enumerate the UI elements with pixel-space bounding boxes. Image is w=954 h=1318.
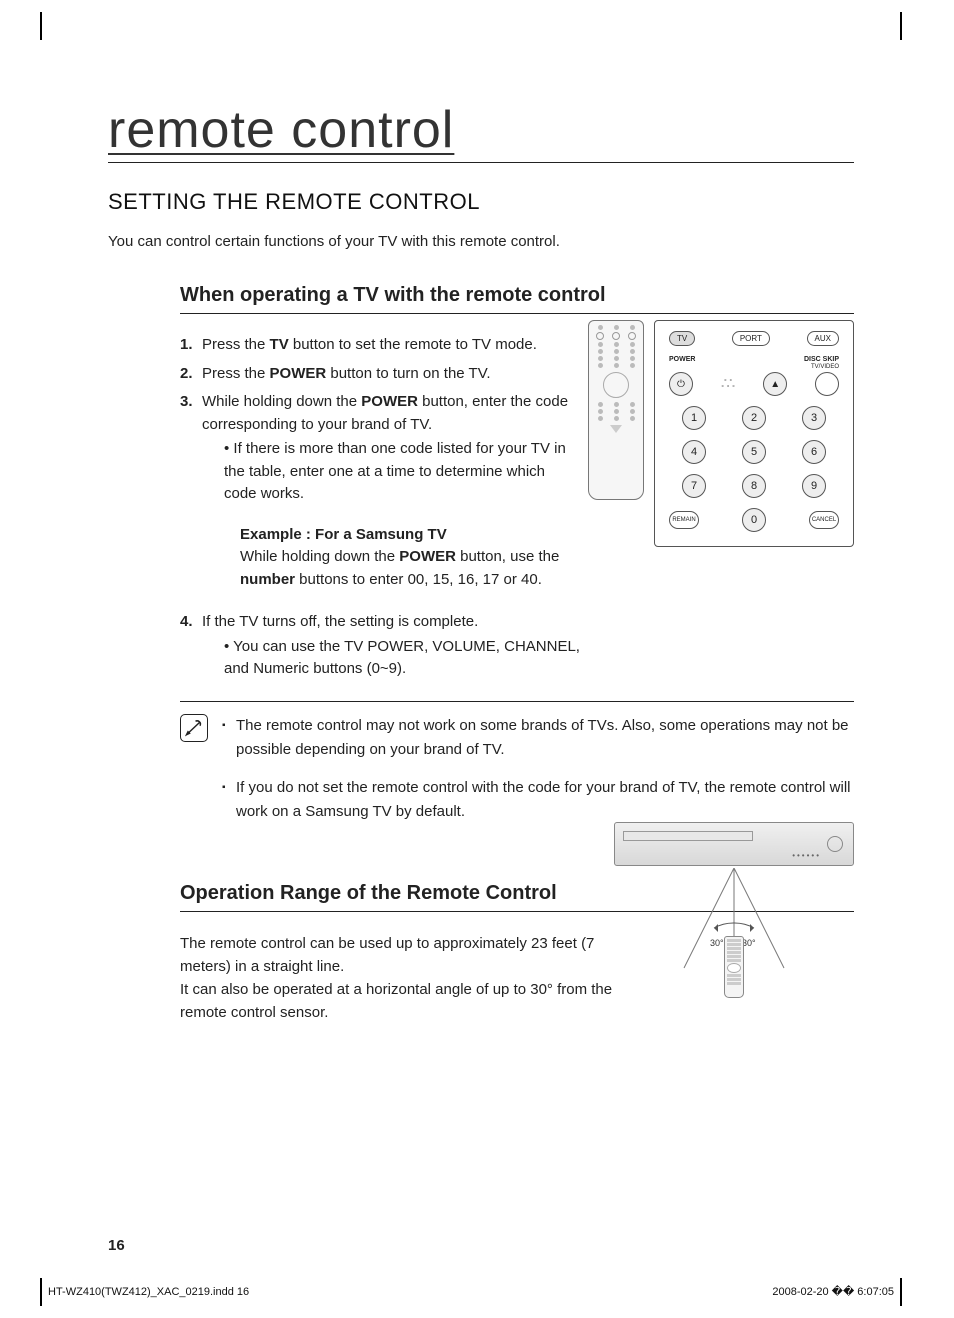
subsection-heading: When operating a TV with the remote cont… (180, 284, 854, 314)
remain-button[interactable]: REMAIN (669, 511, 699, 529)
mode-port-button[interactable]: PORT (732, 331, 770, 346)
step-text: If the TV turns off, the setting is comp… (202, 613, 478, 630)
cancel-button[interactable]: CANCEL (809, 511, 839, 529)
num-9-button[interactable]: 9 (802, 474, 826, 498)
num-5-button[interactable]: 5 (742, 440, 766, 464)
op-range-text-2: It can also be operated at a horizontal … (180, 978, 640, 1025)
section-heading: SETTING THE REMOTE CONTROL (108, 189, 854, 215)
step-text: Press the POWER button to turn on the TV… (202, 365, 491, 382)
eject-button[interactable]: ▲ (763, 372, 787, 396)
tiny-remote-icon (724, 936, 744, 998)
eject-label: DISC SKIPTV/VIDEO (804, 356, 839, 370)
intro-text: You can control certain functions of you… (108, 233, 854, 250)
remote-figure: TV PORT AUX POWER DISC SKIPTV/VIDEO ⏻ ∘ … (588, 320, 854, 547)
unit-icon: •••••• (614, 822, 854, 866)
num-2-button[interactable]: 2 (742, 406, 766, 430)
num-0-button[interactable]: 0 (742, 508, 766, 532)
remote-small-icon (588, 320, 644, 500)
page-title: remote control (108, 100, 854, 163)
step-number: 4. (180, 611, 193, 634)
divider (180, 701, 854, 702)
crop-mark (40, 1278, 42, 1306)
num-3-button[interactable]: 3 (802, 406, 826, 430)
footer-filename: HT-WZ410(TWZ412)_XAC_0219.indd 16 (48, 1286, 249, 1298)
op-range-text-1: The remote control can be used up to app… (180, 932, 640, 979)
step-3: 3. While holding down the POWER button, … (180, 391, 580, 591)
range-figure: •••••• 30° 30° (614, 822, 854, 992)
step-1: 1. Press the TV button to set the remote… (180, 334, 580, 357)
crop-mark (900, 12, 902, 40)
power-button[interactable]: ⏻ (669, 372, 693, 396)
step-3-sub: If there is more than one code listed fo… (202, 438, 580, 506)
example-title: Example : For a Samsung TV (240, 524, 580, 547)
number-pad: 1 2 3 4 5 6 7 8 9 (669, 406, 839, 498)
svg-text:30°: 30° (710, 938, 724, 948)
remote-large-diagram: TV PORT AUX POWER DISC SKIPTV/VIDEO ⏻ ∘ … (654, 320, 854, 547)
step-number: 3. (180, 391, 193, 414)
beam-diagram: 30° 30° (614, 868, 854, 992)
page-number: 16 (108, 1237, 125, 1254)
mode-tv-button[interactable]: TV (669, 331, 695, 346)
crop-mark (40, 12, 42, 40)
step-number: 1. (180, 334, 193, 357)
example-block: Example : For a Samsung TV While holding… (240, 524, 580, 592)
step-4-sub: You can use the TV POWER, VOLUME, CHANNE… (202, 636, 580, 681)
svg-text:30°: 30° (742, 938, 756, 948)
num-1-button[interactable]: 1 (682, 406, 706, 430)
num-4-button[interactable]: 4 (682, 440, 706, 464)
step-text: While holding down the POWER button, ent… (202, 393, 568, 433)
mode-aux-button[interactable]: AUX (807, 331, 839, 346)
page: remote control SETTING THE REMOTE CONTRO… (0, 0, 954, 1318)
footer-timestamp: 2008-02-20 �� 6:07:05 (772, 1285, 894, 1298)
blank-button[interactable] (815, 372, 839, 396)
crop-mark (900, 1278, 902, 1306)
notes-block: The remote control may not work on some … (180, 714, 854, 838)
steps-list: 1. Press the TV button to set the remote… (180, 334, 580, 681)
num-8-button[interactable]: 8 (742, 474, 766, 498)
step-text: Press the TV button to set the remote to… (202, 336, 537, 353)
step-2: 2. Press the POWER button to turn on the… (180, 363, 580, 386)
num-7-button[interactable]: 7 (682, 474, 706, 498)
note-2: If you do not set the remote control wit… (222, 776, 854, 824)
step-4: 4. If the TV turns off, the setting is c… (180, 611, 580, 681)
power-label: POWER (669, 356, 695, 370)
ir-emitter-icon: ∘ ∘∘ ∘ ∘ (721, 378, 736, 390)
example-body: While holding down the POWER button, use… (240, 546, 580, 591)
note-1: The remote control may not work on some … (222, 714, 854, 762)
num-6-button[interactable]: 6 (802, 440, 826, 464)
step-number: 2. (180, 363, 193, 386)
note-icon (180, 714, 208, 742)
